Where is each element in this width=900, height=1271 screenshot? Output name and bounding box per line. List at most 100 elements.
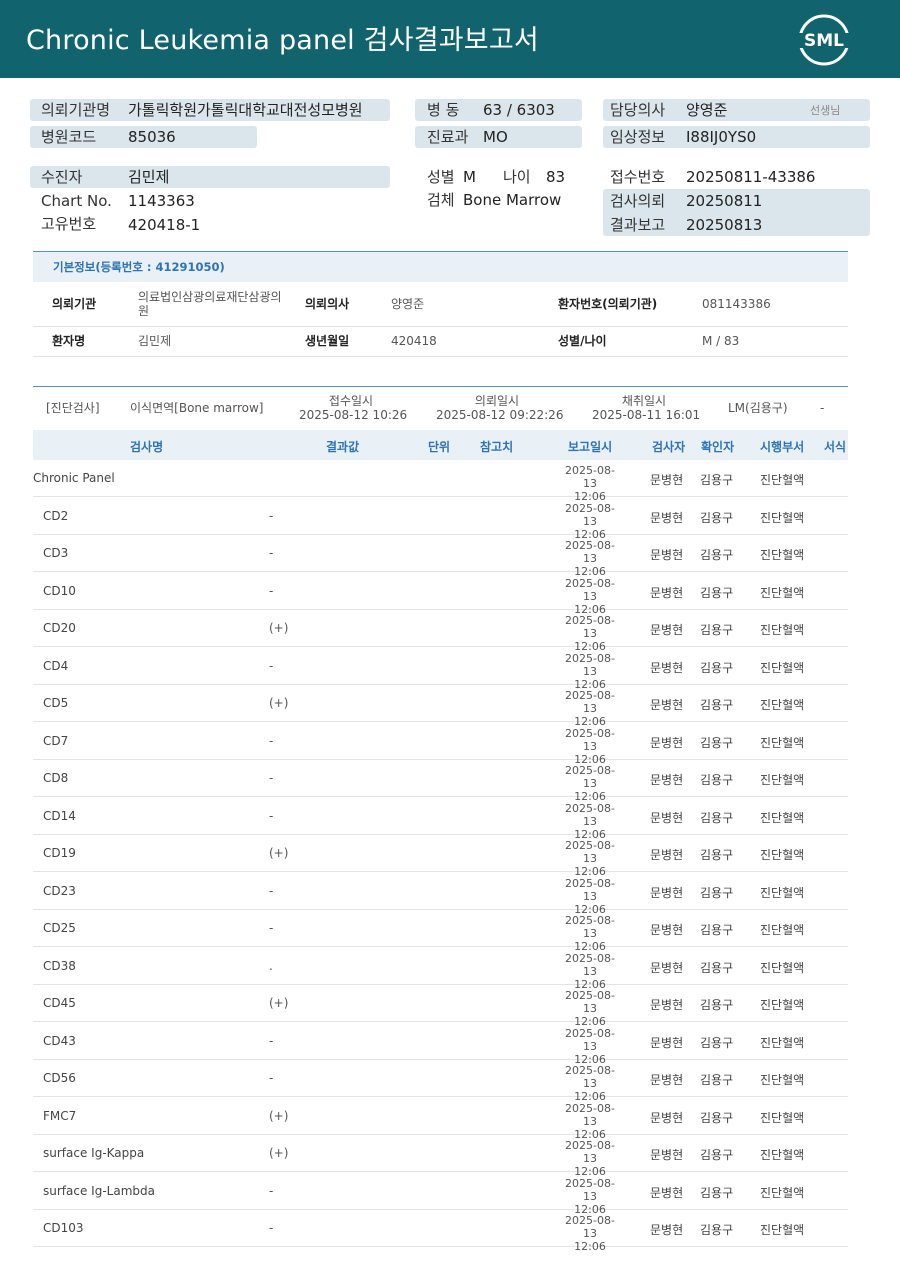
row-test-name: CD45	[43, 996, 76, 1010]
test-request: 의뢰일시 2025-08-12 09:22:26	[436, 394, 564, 422]
row-tester: 문병현	[650, 960, 684, 975]
col-dept: 시행부서	[760, 440, 805, 454]
row-report-date: 2025-08-13	[565, 876, 615, 903]
basic-pid-label: 환자번호(의뢰기관)	[558, 297, 658, 311]
table-row: CD25-2025-08-13 12:06 문병현 김용구 진단혈액	[33, 910, 848, 953]
table-row: CD103 - 2025-08-13 12:06 문병현 김용구 진단혈액	[33, 1210, 848, 1253]
row-tester: 문병현	[650, 1035, 684, 1050]
row-confirmer: 김용구	[700, 810, 734, 825]
table-row: CD5 (+) 2025-08-13 12:06 문병현 김용구 진단혈액	[33, 685, 848, 728]
test-receipt-label: 접수일시	[328, 394, 374, 408]
request-label: 검사의뢰	[610, 192, 666, 210]
row-test-name: CD10	[43, 583, 76, 598]
row-report-date: 2025-08-13	[565, 501, 615, 528]
basic-inst-value-1: 의료법인삼광의료재단삼광의	[138, 290, 282, 304]
col-form: 서식	[824, 440, 847, 454]
row-result: -	[269, 921, 274, 935]
doctor-label: 담당의사	[610, 101, 666, 119]
row-result: -	[269, 808, 274, 823]
row-dept: 진단혈액	[760, 1110, 805, 1125]
row-confirmer: 김용구	[700, 1110, 734, 1125]
test-request-value: 2025-08-12 09:22:26	[436, 408, 564, 422]
row-tester: 문병현	[650, 848, 684, 862]
test-request-label: 의뢰일시	[474, 394, 520, 408]
row-result: (+)	[269, 621, 289, 635]
row-result: -	[269, 883, 274, 898]
table-row: CD10-2025-08-13 12:06 문병현 김용구 진단혈액	[33, 573, 848, 616]
row-report-date: 2025-08-13	[565, 764, 615, 790]
row-test-name: CD7	[43, 733, 69, 748]
row-result: -	[269, 771, 274, 785]
row-test-name: surface Ig-Lambda	[43, 1183, 155, 1198]
row-report-date: 2025-08-13	[565, 914, 615, 940]
table-row: surface Ig-Kappa (+) 2025-08-13 12:06 문병현 김용구…	[33, 1135, 848, 1178]
table-row: CD4-2025-08-13 12:06 문병현 김용구 진단혈액	[33, 648, 848, 691]
row-tester: 문병현	[650, 473, 684, 487]
row-tester: 문병현	[650, 660, 684, 675]
doctor-suffix: 선생님	[810, 104, 841, 117]
row-dept: 진단혈액	[760, 735, 805, 750]
row-test-name: FMC7	[43, 1108, 77, 1123]
row-test-name: CD20	[43, 621, 76, 635]
row-dept: 진단혈액	[760, 1073, 805, 1087]
basic-dob-value: 420418	[391, 334, 437, 348]
row-tester: 문병현	[650, 1073, 684, 1087]
test-collect: 채취일시 2025-08-11 16:01	[592, 394, 700, 422]
row-result: (+)	[269, 696, 289, 710]
row-dept: 진단혈액	[760, 923, 805, 937]
basic-name-label: 환자명	[52, 334, 86, 348]
report-title: Chronic Leukemia panel 검사결과보고서	[26, 25, 539, 56]
test-receipt: 접수일시 2025-08-12 10:26	[299, 394, 407, 422]
row-report-date: 2025-08-13	[565, 539, 615, 565]
clinical-value: I88IJ0YS0	[686, 128, 757, 146]
row-result: .	[269, 958, 273, 973]
row-report-date: 2025-08-13	[565, 1139, 615, 1165]
basic-name-value: 김민제	[138, 334, 172, 348]
table-row: CD14-2025-08-13 12:06 문병현 김용구 진단혈액	[33, 798, 848, 841]
patient-value: 김민제	[128, 168, 170, 186]
hospital-code-label: 병원코드	[41, 128, 97, 146]
row-test-name: CD19	[43, 846, 76, 860]
basic-info-header: 기본정보(등록번호 : 41291050)	[33, 252, 848, 282]
row-report-date: 2025-08-13	[565, 839, 615, 865]
row-test-name: Chronic Panel	[33, 471, 115, 485]
row-confirmer: 김용구	[700, 473, 734, 487]
row-dept: 진단혈액	[760, 585, 805, 600]
basic-doctor-label: 의뢰의사	[305, 297, 350, 311]
request-value: 20250811	[686, 192, 763, 210]
row-test-name: CD103	[43, 1221, 84, 1235]
row-confirmer: 김용구	[700, 848, 734, 862]
col-confirmer: 확인자	[701, 440, 735, 454]
row-tester: 문병현	[650, 923, 684, 937]
row-dept: 진단혈액	[760, 698, 805, 712]
row-confirmer: 김용구	[700, 660, 734, 675]
row-dept: 진단혈액	[760, 473, 805, 487]
institution-label: 의뢰기관명	[41, 101, 111, 119]
chart-value: 1143363	[128, 192, 195, 210]
row-confirmer: 김용구	[700, 735, 734, 750]
row-report-date: 2025-08-13	[565, 951, 615, 978]
table-row: CD2-2025-08-13 12:06 문병현 김용구 진단혈액	[33, 498, 848, 541]
row-test-name: CD3	[43, 546, 69, 560]
chart-label: Chart No.	[41, 192, 112, 210]
row-dept: 진단혈액	[760, 848, 805, 862]
row-result: -	[269, 546, 274, 560]
report-value: 20250813	[686, 216, 763, 234]
table-row: FMC7 (+) 2025-08-13 12:06 문병현 김용구 진단혈액	[33, 1098, 848, 1141]
row-tester: 문병현	[650, 510, 684, 525]
row-dept: 진단혈액	[760, 510, 805, 525]
row-dept: 진단혈액	[760, 1148, 805, 1162]
logo-text: SML	[804, 31, 844, 51]
table-row: CD23-2025-08-13 12:06 문병현 김용구 진단혈액	[33, 873, 848, 916]
row-confirmer: 김용구	[700, 1148, 734, 1162]
table-row: CD20 (+) 2025-08-13 12:06 문병현 김용구 진단혈액	[33, 610, 848, 653]
row-test-name: CD25	[43, 921, 76, 935]
report-header: Chronic Leukemia panel 검사결과보고서 SML	[0, 0, 900, 78]
test-category: [진단검사]	[46, 401, 100, 415]
row-dept: 진단혈액	[760, 885, 805, 900]
row-tester: 문병현	[650, 548, 684, 562]
ward-value: 63 / 6303	[483, 101, 555, 119]
row-report-date: 2025-08-13	[565, 801, 615, 828]
row-result: -	[269, 1071, 274, 1085]
dept-value: MO	[483, 128, 508, 146]
